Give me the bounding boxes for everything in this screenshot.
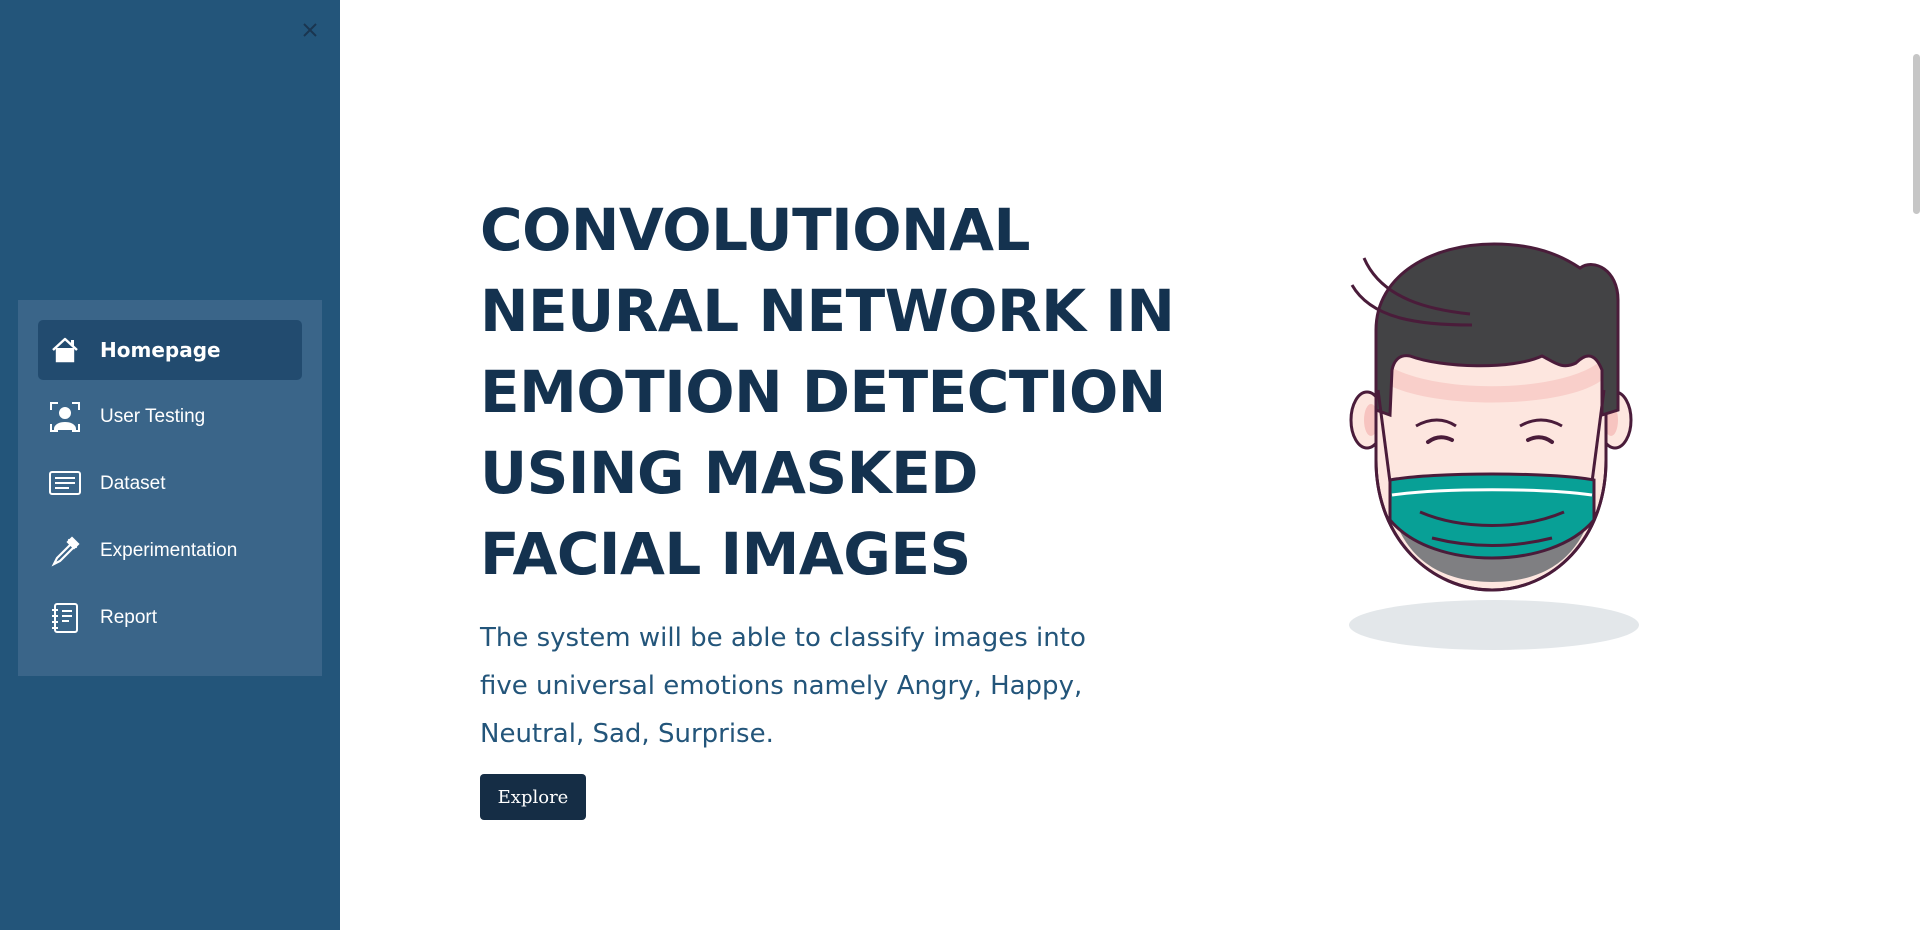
report-icon	[48, 601, 82, 635]
close-icon	[303, 23, 317, 37]
masked-face-illustration	[1349, 242, 1639, 650]
sidebar-item-experimentation[interactable]: Experimentation	[38, 521, 302, 581]
sidebar-item-label: Dataset	[100, 473, 166, 494]
sidebar: Homepage User Testing Dataset Experiment…	[0, 0, 340, 930]
main-content: CONVOLUTIONAL NEURAL NETWORK IN EMOTION …	[340, 0, 1920, 930]
sidebar-item-label: Report	[100, 607, 158, 628]
page-description: The system will be able to classify imag…	[480, 623, 1086, 749]
sidebar-item-label: User Testing	[100, 406, 206, 427]
close-sidebar-button[interactable]	[296, 16, 324, 44]
page-title: CONVOLUTIONAL NEURAL NETWORK IN EMOTION …	[480, 196, 1175, 588]
sidebar-nav: Homepage User Testing Dataset Experiment…	[18, 300, 322, 676]
vertical-scrollbar[interactable]	[1913, 54, 1920, 214]
user-testing-icon	[48, 400, 82, 434]
explore-button[interactable]: Explore	[480, 774, 586, 820]
sidebar-item-dataset[interactable]: Dataset	[38, 454, 302, 514]
sidebar-item-homepage[interactable]: Homepage	[38, 320, 302, 380]
sidebar-item-label: Experimentation	[100, 540, 238, 561]
sidebar-item-report[interactable]: Report	[38, 588, 302, 648]
dataset-icon	[48, 467, 82, 501]
home-icon	[48, 333, 82, 367]
pipette-icon	[48, 534, 82, 568]
sidebar-item-user-testing[interactable]: User Testing	[38, 387, 302, 447]
sidebar-item-label: Homepage	[100, 338, 221, 362]
